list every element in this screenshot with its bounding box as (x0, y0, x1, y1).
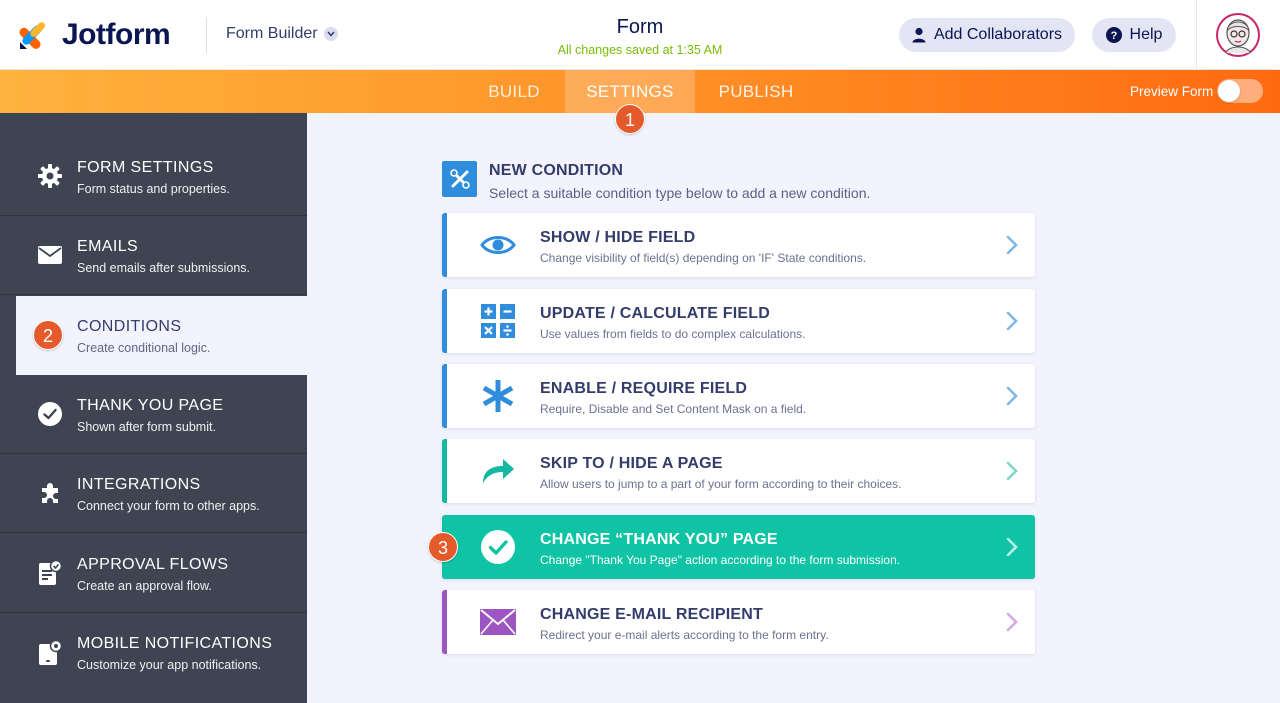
sidebar-item-emails[interactable]: EMAILS Send emails after submissions. (0, 216, 307, 295)
sidebar-item-title: EMAILS (77, 238, 139, 255)
help-button[interactable]: ? Help (1092, 18, 1176, 52)
user-avatar[interactable] (1216, 13, 1260, 57)
condition-card-desc: Redirect your e-mail alerts according to… (540, 628, 829, 642)
gear-icon (37, 163, 63, 189)
chevron-right-icon (1006, 311, 1018, 331)
approval-icon (37, 560, 63, 586)
sidebar-item-desc: Send emails after submissions. (77, 261, 250, 275)
puzzle-icon (37, 480, 63, 506)
chevron-down-icon (323, 27, 338, 41)
chevron-right-icon (1006, 235, 1018, 255)
condition-card-title: SKIP TO / HIDE A PAGE (540, 455, 723, 472)
envelope-icon (37, 242, 63, 268)
condition-card-enable-require-field[interactable]: ENABLE / REQUIRE FIELD Require, Disable … (442, 364, 1035, 428)
eye-icon (480, 227, 516, 263)
settings-sidebar: FORM SETTINGS Form status and properties… (0, 113, 307, 703)
condition-card-desc: Change "Thank You Page" action according… (540, 553, 901, 567)
chevron-right-icon (1006, 612, 1018, 632)
form-builder-dropdown[interactable]: Form Builder (226, 25, 338, 43)
chevron-right-icon (1006, 461, 1018, 481)
sidebar-item-integrations[interactable]: INTEGRATIONS Connect your form to other … (0, 454, 307, 533)
condition-card-title: CHANGE “THANK YOU” PAGE (540, 531, 778, 548)
condition-card-title: ENABLE / REQUIRE FIELD (540, 380, 748, 397)
sidebar-item-thank-you-page[interactable]: THANK YOU PAGE Shown after form submit. (0, 375, 307, 454)
add-collaborators-button[interactable]: Add Collaborators (899, 18, 1075, 52)
condition-card-change-email-recipient[interactable]: CHANGE E-MAIL RECIPIENT Redirect your e-… (442, 590, 1035, 654)
new-condition-subtitle: Select a suitable condition type below t… (489, 185, 871, 201)
step-badge-3: 3 (428, 532, 458, 562)
sidebar-item-desc: Create conditional logic. (77, 341, 211, 355)
sidebar-item-title: FORM SETTINGS (77, 159, 214, 176)
mobile-notification-icon (37, 639, 63, 666)
new-condition-icon (442, 161, 477, 197)
condition-card-desc: Allow users to jump to a part of your fo… (540, 477, 902, 491)
sidebar-item-title: INTEGRATIONS (77, 476, 201, 493)
sidebar-item-approval-flows[interactable]: APPROVAL FLOWS Create an approval flow. (0, 534, 307, 613)
sidebar-item-desc: Customize your app notifications. (77, 658, 262, 672)
asterisk-icon (480, 378, 516, 414)
help-label: Help (1129, 26, 1163, 43)
check-circle-icon (37, 401, 63, 427)
tab-build[interactable]: BUILD (474, 70, 554, 113)
sidebar-item-title: APPROVAL FLOWS (77, 556, 229, 573)
header-divider-right (1196, 0, 1197, 70)
step-badge-2: 2 (33, 320, 63, 350)
condition-card-desc: Change visibility of field(s) depending … (540, 251, 867, 265)
save-status: All changes saved at 1:35 AM (557, 43, 723, 57)
sidebar-item-title: CONDITIONS (77, 318, 182, 335)
sidebar-item-mobile-notifications[interactable]: MOBILE NOTIFICATIONS Customize your app … (0, 613, 307, 692)
sidebar-item-title: THANK YOU PAGE (77, 397, 224, 414)
header-divider (206, 17, 207, 53)
condition-card-title: UPDATE / CALCULATE FIELD (540, 305, 770, 322)
tab-publish[interactable]: PUBLISH (708, 70, 804, 113)
calculator-icon (480, 303, 516, 339)
sidebar-item-form-settings[interactable]: FORM SETTINGS Form status and properties… (0, 137, 307, 216)
sidebar-item-desc: Shown after form submit. (77, 420, 216, 434)
sidebar-item-desc: Create an approval flow. (77, 579, 212, 593)
condition-card-skip-hide-page[interactable]: SKIP TO / HIDE A PAGE Allow users to jum… (442, 439, 1035, 503)
add-collaborators-label: Add Collaborators (933, 26, 1063, 43)
condition-card-desc: Require, Disable and Set Content Mask on… (540, 402, 807, 416)
condition-card-title: SHOW / HIDE FIELD (540, 229, 696, 246)
builder-tabs-bar: BUILD SETTINGS PUBLISH Preview Form (0, 70, 1280, 113)
preview-form-label: Preview Form (1130, 84, 1214, 99)
jotform-logo-icon (18, 19, 50, 51)
envelope-icon (480, 604, 516, 640)
condition-card-change-thank-you-page[interactable]: CHANGE “THANK YOU” PAGE Change "Thank Yo… (442, 515, 1035, 579)
chevron-right-icon (1006, 386, 1018, 406)
condition-card-desc: Use values from fields to do complex cal… (540, 327, 806, 341)
new-condition-title: NEW CONDITION (489, 162, 624, 179)
chevron-right-icon (1006, 537, 1018, 557)
preview-form-toggle[interactable] (1217, 79, 1263, 103)
condition-card-title: CHANGE E-MAIL RECIPIENT (540, 606, 763, 623)
sidebar-item-title: MOBILE NOTIFICATIONS (77, 635, 273, 652)
top-header: Jotform Form Builder Form All changes sa… (0, 0, 1280, 70)
sidebar-item-desc: Form status and properties. (77, 182, 230, 196)
condition-card-update-calculate-field[interactable]: UPDATE / CALCULATE FIELD Use values from… (442, 289, 1035, 353)
skip-arrow-icon (480, 453, 516, 489)
toggle-knob (1218, 80, 1240, 102)
step-badge-1: 1 (615, 104, 645, 134)
form-title[interactable]: Form (540, 16, 740, 39)
help-icon: ? (1105, 27, 1122, 43)
check-circle-icon (480, 529, 516, 565)
jotform-logo[interactable]: Jotform (18, 18, 171, 52)
user-icon (912, 27, 926, 43)
svg-text:?: ? (1110, 30, 1117, 42)
condition-card-show-hide-field[interactable]: SHOW / HIDE FIELD Change visibility of f… (442, 213, 1035, 277)
form-builder-label: Form Builder (226, 25, 318, 42)
sidebar-item-desc: Connect your form to other apps. (77, 499, 260, 513)
brand-name: Jotform (62, 18, 171, 51)
